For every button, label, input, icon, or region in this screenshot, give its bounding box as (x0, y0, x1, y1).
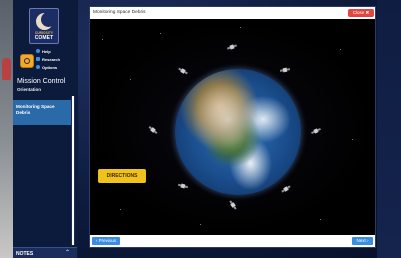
sidebar-link-research[interactable]: Research (36, 57, 61, 62)
satellite-debris-icon[interactable] (147, 124, 160, 137)
activity-titlebar: Monitoring Space Debris Close ✖ (90, 7, 375, 19)
star (160, 33, 161, 34)
options-icon (36, 65, 40, 69)
star (240, 27, 241, 28)
star (352, 139, 353, 140)
satellite-debris-icon[interactable] (177, 65, 190, 77)
notes-panel-toggle[interactable]: NOTES ⌃ (13, 247, 77, 258)
star (120, 209, 121, 210)
satellite-debris-icon[interactable] (280, 183, 293, 195)
star (340, 49, 341, 50)
left-edge-panel (0, 0, 13, 258)
nav-item-label: Monitoring Space Debris (16, 104, 55, 115)
sidebar-scrollbar-thumb[interactable] (72, 96, 74, 245)
research-icon (36, 57, 40, 61)
chevron-right-icon: › (367, 238, 369, 243)
close-label: Close (352, 10, 365, 15)
section-title: Mission Control (17, 78, 66, 85)
app-logo[interactable]: CURIOSITY COMET (29, 8, 59, 44)
badge-ring (24, 58, 30, 64)
earth-image (175, 69, 301, 195)
moon-shadow (41, 12, 56, 27)
chevron-up-icon: ⌃ (65, 250, 71, 256)
logo-text-bottom: COMET (34, 35, 54, 41)
directions-button[interactable]: DIRECTIONS (98, 169, 146, 183)
right-gutter (377, 0, 401, 258)
satellite-debris-icon[interactable] (310, 125, 322, 136)
previous-button[interactable]: ‹ Previous (92, 237, 120, 245)
sidebar-link-label: Research (42, 57, 61, 62)
star (200, 224, 201, 225)
star (320, 219, 321, 220)
sidebar-link-help[interactable]: Help (36, 49, 51, 54)
mission-control-badge-icon (20, 54, 34, 68)
close-button[interactable]: Close ✖ (348, 9, 374, 17)
previous-label: Previous (98, 238, 117, 243)
rocket-icon (2, 58, 11, 80)
close-icon: ✖ (365, 10, 370, 15)
activity-footer: ‹ Previous Next › (90, 235, 375, 247)
activity-title: Monitoring Space Debris (93, 10, 146, 15)
sidebar-link-options[interactable]: Options (36, 65, 58, 70)
satellite-debris-icon[interactable] (177, 181, 189, 191)
satellite-debris-icon[interactable] (279, 65, 291, 75)
nav-item-monitoring-space-debris[interactable]: Monitoring Space Debris (13, 100, 71, 125)
star (102, 39, 103, 40)
next-button[interactable]: Next › (352, 237, 373, 245)
help-icon (36, 49, 40, 53)
star (130, 79, 131, 80)
sidebar-link-label: Options (42, 65, 58, 70)
satellite-debris-icon[interactable] (226, 42, 238, 53)
next-label: Next (356, 238, 366, 243)
notes-label: NOTES (16, 251, 34, 257)
space-scene: DIRECTIONS (90, 19, 375, 235)
satellite-debris-icon[interactable] (227, 199, 239, 212)
activity-window: Monitoring Space Debris Close ✖ DIRECTIO… (89, 6, 376, 248)
sidebar-link-label: Help (42, 49, 51, 54)
chevron-left-icon: ‹ (95, 238, 98, 243)
section-subtitle: Orientation (17, 87, 42, 92)
